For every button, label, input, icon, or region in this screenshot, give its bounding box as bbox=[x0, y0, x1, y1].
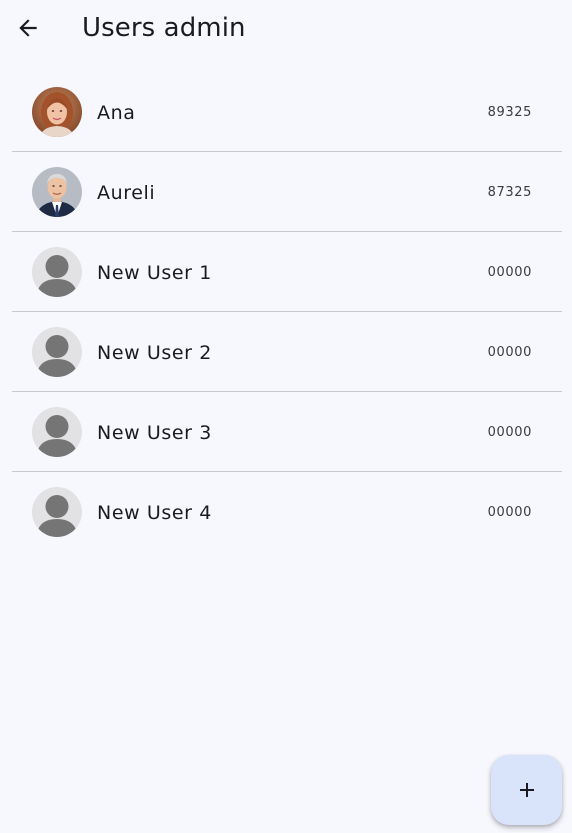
user-row-new-user-1[interactable]: New User 1 00000 bbox=[12, 232, 562, 312]
person-placeholder-icon bbox=[32, 487, 82, 537]
user-code: 00000 bbox=[487, 345, 532, 360]
avatar bbox=[32, 87, 82, 137]
avatar bbox=[32, 487, 82, 537]
user-code: 89325 bbox=[487, 105, 532, 120]
avatar bbox=[32, 327, 82, 377]
user-code: 87325 bbox=[487, 185, 532, 200]
user-list: Ana 89325 Aureli 87325 New User 1 00000 … bbox=[12, 72, 562, 551]
user-name: Ana bbox=[97, 102, 136, 124]
avatar bbox=[32, 167, 82, 217]
user-row-ana[interactable]: Ana 89325 bbox=[12, 72, 562, 152]
user-code: 00000 bbox=[487, 505, 532, 520]
user-name: New User 2 bbox=[97, 342, 212, 364]
person-placeholder-icon bbox=[32, 327, 82, 377]
user-code: 00000 bbox=[487, 265, 532, 280]
user-row-new-user-2[interactable]: New User 2 00000 bbox=[12, 312, 562, 392]
avatar bbox=[32, 407, 82, 457]
plus-icon bbox=[519, 783, 534, 797]
page-title: Users admin bbox=[82, 13, 246, 43]
back-button[interactable] bbox=[10, 10, 46, 46]
user-row-new-user-4[interactable]: New User 4 00000 bbox=[12, 472, 562, 551]
person-placeholder-icon bbox=[32, 407, 82, 457]
user-row-new-user-3[interactable]: New User 3 00000 bbox=[12, 392, 562, 472]
add-user-button[interactable] bbox=[491, 755, 562, 825]
avatar bbox=[32, 247, 82, 297]
user-name: New User 4 bbox=[97, 502, 212, 524]
user-photo-ana bbox=[32, 87, 82, 137]
user-row-aureli[interactable]: Aureli 87325 bbox=[12, 152, 562, 232]
user-name: New User 3 bbox=[97, 422, 212, 444]
person-placeholder-icon bbox=[32, 247, 82, 297]
user-photo-aureli bbox=[32, 167, 82, 217]
app-bar: Users admin bbox=[0, 0, 572, 56]
arrow-left-icon bbox=[19, 19, 37, 37]
user-name: Aureli bbox=[97, 182, 156, 204]
user-code: 00000 bbox=[487, 425, 532, 440]
user-name: New User 1 bbox=[97, 262, 212, 284]
